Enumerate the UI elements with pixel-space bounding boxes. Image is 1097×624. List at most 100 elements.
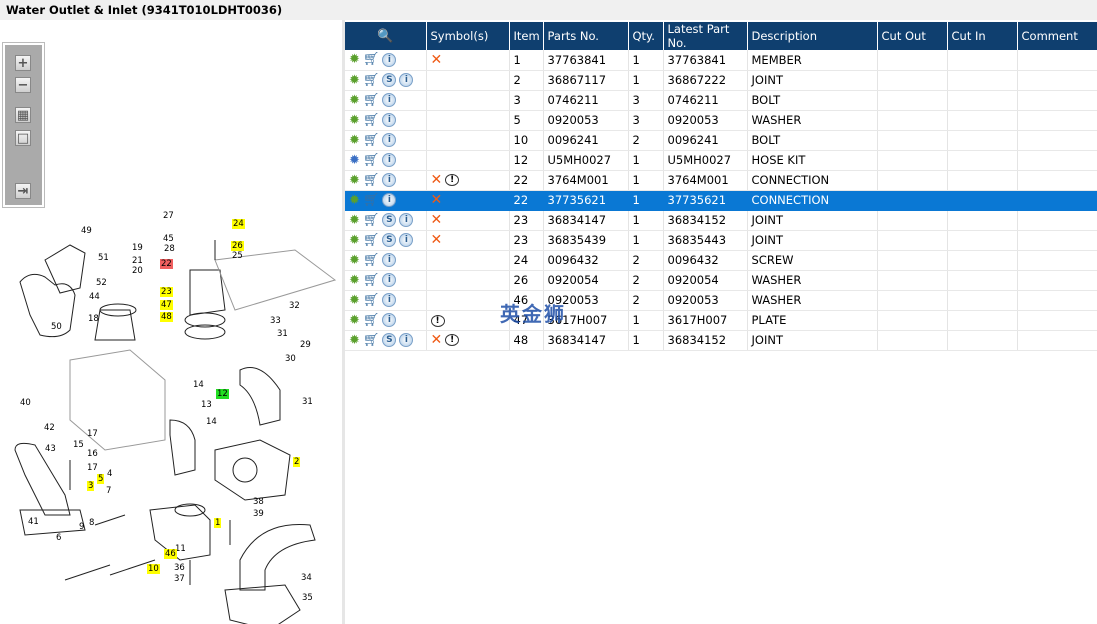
callout-18[interactable]: 18 <box>87 314 100 324</box>
callout-21[interactable]: 21 <box>131 256 144 266</box>
column-header[interactable]: Cut Out <box>877 22 948 50</box>
column-header-search[interactable]: 🔍 <box>345 22 427 50</box>
cart-icon[interactable]: 🛒︎ <box>363 93 380 108</box>
table-row[interactable]: ✹ 🛒︎ i ✕ 22 37735621 1 37735621 CONNECTION <box>345 190 1097 211</box>
diagram-panel[interactable]: + − ▦ □ ⇥ 27 24 45 28 26 25 22 49 19 51 21 20 52 44 18… <box>0 20 342 624</box>
column-header[interactable]: Item <box>509 22 544 50</box>
info-icon[interactable]: i <box>399 73 414 87</box>
column-header[interactable]: Latest Part No. <box>663 22 748 50</box>
table-row[interactable]: ✹ 🛒︎ Si 2 36867117 1 36867222 JOINT <box>345 70 1097 91</box>
column-header[interactable]: Cut In <box>947 22 1018 50</box>
zoom-out-icon[interactable]: − <box>15 77 31 93</box>
callout-36[interactable]: 36 <box>173 563 186 573</box>
callout-24[interactable]: 24 <box>232 219 245 229</box>
cart-icon[interactable]: 🛒︎ <box>363 333 380 348</box>
gear-icon[interactable]: ✹ <box>349 52 360 67</box>
callout-6[interactable]: 6 <box>55 533 62 543</box>
fit-all-icon[interactable]: ▦ <box>15 107 31 123</box>
callout-39[interactable]: 39 <box>252 509 265 519</box>
callout-25[interactable]: 25 <box>231 251 244 261</box>
column-header[interactable]: Comment <box>1017 22 1097 50</box>
callout-3[interactable]: 3 <box>87 481 95 491</box>
gear-icon[interactable]: ✹ <box>349 173 360 188</box>
callout-29[interactable]: 29 <box>299 340 312 350</box>
callout-37[interactable]: 37 <box>173 574 186 584</box>
supersession-icon[interactable]: S <box>382 333 397 347</box>
info-icon[interactable]: i <box>382 173 397 187</box>
gear-icon[interactable]: ✹ <box>349 253 360 268</box>
info-icon[interactable]: i <box>382 133 397 147</box>
gears-icon[interactable]: ✹ <box>349 153 360 168</box>
callout-46[interactable]: 46 <box>164 549 177 559</box>
callout-30[interactable]: 30 <box>284 354 297 364</box>
callout-41[interactable]: 41 <box>27 517 40 527</box>
gear-icon[interactable]: ✹ <box>349 73 360 88</box>
exclamation-bubble-icon[interactable]: ! <box>445 334 460 346</box>
table-row[interactable]: ✹ 🛒︎ i 24 0096432 2 0096432 SCREW <box>345 250 1097 271</box>
callout-4[interactable]: 4 <box>106 469 113 479</box>
info-icon[interactable]: i <box>382 293 397 307</box>
table-row[interactable]: ✹ 🛒︎ i! 47 3617H007 1 3617H007 PLATE <box>345 310 1097 331</box>
callout-17[interactable]: 17 <box>86 463 99 473</box>
cart-icon[interactable]: 🛒︎ <box>363 133 380 148</box>
callout-9[interactable]: 9 <box>78 522 85 532</box>
callout-22[interactable]: 22 <box>160 259 173 269</box>
table-row[interactable]: ✹ 🛒︎ i 12 U5MH0027 1 U5MH0027 HOSE KIT <box>345 150 1097 171</box>
table-row[interactable]: ✹ 🛒︎ Si ✕ 23 36834147 1 36834152 JOINT <box>345 210 1097 231</box>
cart-icon[interactable]: 🛒︎ <box>363 52 380 67</box>
export-icon[interactable]: ⇥ <box>15 183 31 199</box>
table-row[interactable]: ✹ 🛒︎ i 46 0920053 2 0920053 WASHER <box>345 290 1097 311</box>
callout-31[interactable]: 31 <box>301 397 314 407</box>
table-row[interactable]: ✹ 🛒︎ i ✕ 1 37763841 1 37763841 MEMBER <box>345 50 1097 71</box>
gear-icon[interactable]: ✹ <box>349 293 360 308</box>
gear-icon[interactable]: ✹ <box>349 233 360 248</box>
gear-icon[interactable]: ✹ <box>349 133 360 148</box>
callout-32[interactable]: 32 <box>288 301 301 311</box>
column-header[interactable]: Symbol(s) <box>426 22 510 50</box>
supersession-icon[interactable]: S <box>382 213 397 227</box>
exploded-parts-diagram[interactable] <box>0 210 342 624</box>
callout-38[interactable]: 38 <box>252 497 265 507</box>
callout-50[interactable]: 50 <box>50 322 63 332</box>
cart-icon[interactable]: 🛒︎ <box>363 313 380 328</box>
callout-7[interactable]: 7 <box>105 486 112 496</box>
cart-icon[interactable]: 🛒︎ <box>363 253 380 268</box>
info-icon[interactable]: i <box>399 333 414 347</box>
info-icon[interactable]: i <box>382 193 397 207</box>
callout-10[interactable]: 10 <box>147 564 160 574</box>
exclamation-bubble-icon[interactable]: ! <box>430 314 445 327</box>
callout-28[interactable]: 28 <box>163 244 176 254</box>
callout-48[interactable]: 48 <box>160 312 173 322</box>
callout-1[interactable]: 1 <box>214 518 222 528</box>
gear-icon[interactable]: ✹ <box>349 273 360 288</box>
gear-icon[interactable]: ✹ <box>349 93 360 108</box>
callout-13[interactable]: 13 <box>200 400 213 410</box>
callout-8[interactable]: 8 <box>88 518 95 528</box>
gear-icon[interactable]: ✹ <box>349 113 360 128</box>
actual-size-icon[interactable]: □ <box>15 130 31 146</box>
cart-icon[interactable]: 🛒︎ <box>363 73 380 88</box>
supersession-icon[interactable]: S <box>382 73 397 87</box>
callout-51[interactable]: 51 <box>97 253 110 263</box>
callout-49[interactable]: 49 <box>80 226 93 236</box>
callout-43[interactable]: 43 <box>44 444 57 454</box>
cart-icon[interactable]: 🛒︎ <box>363 213 380 228</box>
callout-15[interactable]: 15 <box>72 440 85 450</box>
cart-icon[interactable]: 🛒︎ <box>363 113 380 128</box>
callout-42[interactable]: 42 <box>43 423 56 433</box>
gear-icon[interactable]: ✹ <box>349 193 360 208</box>
callout-12[interactable]: 12 <box>216 389 229 399</box>
table-row[interactable]: ✹ 🛒︎ i ✕! 22 3764M001 1 3764M001 CONNECTION <box>345 170 1097 191</box>
table-row[interactable]: ✹ 🛒︎ i 3 0746211 3 0746211 BOLT <box>345 90 1097 111</box>
callout-45[interactable]: 45 <box>162 234 175 244</box>
gear-icon[interactable]: ✹ <box>349 313 360 328</box>
gear-icon[interactable]: ✹ <box>349 213 360 228</box>
table-row[interactable]: ✹ 🛒︎ i 26 0920054 2 0920054 WASHER <box>345 270 1097 291</box>
callout-14[interactable]: 14 <box>205 417 218 427</box>
gear-icon[interactable]: ✹ <box>349 333 360 348</box>
column-header[interactable]: Parts No. <box>543 22 629 50</box>
callout-52[interactable]: 52 <box>95 278 108 288</box>
cart-icon[interactable]: 🛒︎ <box>363 233 380 248</box>
callout-5[interactable]: 5 <box>97 474 105 484</box>
callout-20[interactable]: 20 <box>131 266 144 276</box>
